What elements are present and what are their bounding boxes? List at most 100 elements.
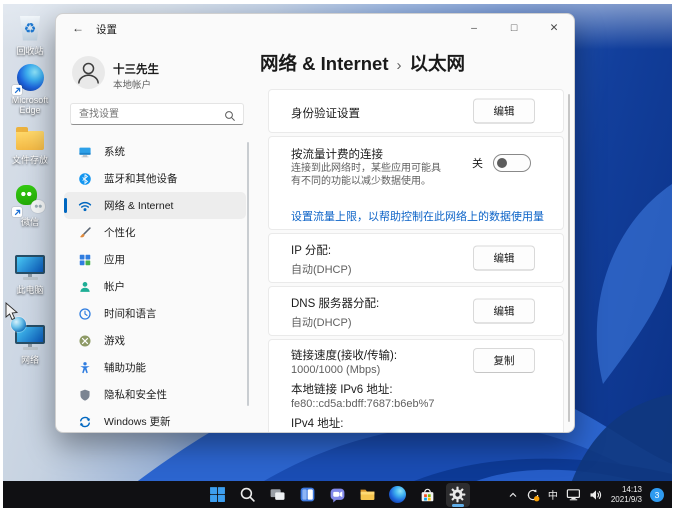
network-tray-icon[interactable] xyxy=(566,487,581,502)
network-places-icon xyxy=(11,317,46,353)
copy-button[interactable]: 复制 xyxy=(473,348,535,373)
search-icon xyxy=(240,487,255,502)
gaming-icon xyxy=(77,333,92,348)
minimize-button[interactable]: – xyxy=(454,14,494,42)
sidebar-item-accounts[interactable]: 帐户 xyxy=(64,273,246,300)
desktop-icon-wechat[interactable]: 微信 xyxy=(5,183,55,227)
selected-indicator xyxy=(64,198,67,213)
personalization-icon xyxy=(77,225,92,240)
breadcrumb-separator-icon: › xyxy=(396,57,402,74)
desktop-icon-label: 文件存放 xyxy=(11,155,48,165)
auth-label: 身份验证设置 xyxy=(291,108,360,120)
sidebar-item-label: 辅助功能 xyxy=(104,362,146,374)
ipv4-value: 192.168.121.133 xyxy=(291,432,374,433)
edge-button[interactable] xyxy=(386,483,410,507)
search-icon xyxy=(224,109,236,127)
sidebar-item-time-language[interactable]: 时间和语言 xyxy=(64,300,246,327)
card-metered-connection: 按流量计费的连接 连接到此网络时，某些应用可能具有不同的功能以减少数据使用。 关… xyxy=(268,136,564,230)
windows-update-icon xyxy=(77,414,92,429)
time-language-icon xyxy=(77,306,92,321)
sidebar-item-label: 帐户 xyxy=(104,281,125,293)
sidebar-item-label: 应用 xyxy=(104,254,125,266)
microsoft-store-button[interactable] xyxy=(416,483,440,507)
taskbar-center xyxy=(206,481,470,508)
desktop-icon-this-pc[interactable]: 此电脑 xyxy=(5,251,55,295)
sidebar-item-system[interactable]: 系统 xyxy=(64,138,246,165)
search-box xyxy=(70,103,244,125)
dns-value: 自动(DHCP) xyxy=(291,317,352,329)
sidebar-item-bluetooth[interactable]: 蓝牙和其他设备 xyxy=(64,165,246,192)
file-explorer-button[interactable] xyxy=(356,483,380,507)
windows-logo-icon xyxy=(210,487,225,502)
sidebar-item-windows-update[interactable]: Windows 更新 xyxy=(64,408,246,432)
volume-icon[interactable] xyxy=(589,488,603,502)
breadcrumb-parent[interactable]: 网络 & Internet xyxy=(260,50,388,76)
sidebar-item-network-internet[interactable]: 网络 & Internet xyxy=(64,192,246,219)
store-icon xyxy=(421,488,434,502)
sidebar-item-personalization[interactable]: 个性化 xyxy=(64,219,246,246)
sidebar-item-label: 网络 & Internet xyxy=(104,200,174,212)
desktop-icon-label: 回收站 xyxy=(16,46,44,56)
desktop-icon-folder[interactable]: 文件存放 xyxy=(5,121,55,165)
bluetooth-icon xyxy=(77,171,92,186)
accessibility-icon xyxy=(77,360,92,375)
edge-icon xyxy=(389,486,406,503)
content-scrollbar[interactable] xyxy=(568,94,570,422)
sidebar-item-accessibility[interactable]: 辅助功能 xyxy=(64,354,246,381)
search-input[interactable] xyxy=(71,104,221,125)
auth-edit-button[interactable]: 编辑 xyxy=(473,98,535,124)
page-title: 以太网 xyxy=(409,53,465,74)
sidebar-item-privacy-security[interactable]: 隐私和安全性 xyxy=(64,381,246,408)
close-button[interactable]: ✕ xyxy=(534,14,574,42)
ipv6-label: 本地链接 IPv6 地址: xyxy=(291,384,393,396)
sidebar-item-label: 系统 xyxy=(104,146,125,158)
widgets-button[interactable] xyxy=(296,483,320,507)
ipv6-value: fe80::cd5a:bdff:7687:b6eb%7 xyxy=(291,398,435,410)
dns-edit-button[interactable]: 编辑 xyxy=(473,298,535,324)
tray-chevron-icon[interactable] xyxy=(508,490,518,500)
person-icon xyxy=(78,62,99,84)
back-button[interactable]: ← xyxy=(72,21,84,35)
update-tray-icon[interactable] xyxy=(526,488,540,502)
chat-icon xyxy=(330,488,345,503)
metered-description: 连接到此网络时，某些应用可能具有不同的功能以减少数据使用。 xyxy=(291,163,441,187)
notification-badge[interactable]: 3 xyxy=(650,487,664,502)
system-icon xyxy=(77,144,92,159)
toggle-knob-icon xyxy=(497,158,507,168)
sidebar-item-label: 时间和语言 xyxy=(104,308,157,320)
taskbar-search-button[interactable] xyxy=(236,483,260,507)
ipv4-label: IPv4 地址: xyxy=(291,418,344,430)
desktop-icon-recycle-bin[interactable]: ♻ 回收站 xyxy=(5,12,55,56)
sidebar-item-gaming[interactable]: 游戏 xyxy=(64,327,246,354)
folder-icon xyxy=(14,121,46,153)
taskbar: 中 14:13 2021/9/3 3 xyxy=(3,481,672,508)
maximize-button[interactable]: □ xyxy=(494,14,534,42)
sidebar-item-label: 隐私和安全性 xyxy=(104,389,167,401)
window-controls: – □ ✕ xyxy=(454,14,574,42)
toggle-state-label: 关 xyxy=(472,158,483,170)
desktop-icon-network[interactable]: 网络 xyxy=(5,317,55,365)
card-link-properties: 链接速度(接收/传输): 1000/1000 (Mbps) 本地链接 IPv6 … xyxy=(268,339,564,433)
chat-button[interactable] xyxy=(326,483,350,507)
settings-window: ← 设置 – □ ✕ 十三先生 本地帐户 查找设置 系统 蓝牙和其他设备 网络 … xyxy=(55,13,575,433)
system-tray: 中 14:13 2021/9/3 3 xyxy=(508,481,664,508)
task-view-button[interactable] xyxy=(266,483,290,507)
sidebar-item-label: 游戏 xyxy=(104,335,125,347)
shortcut-arrow-icon xyxy=(12,207,22,217)
sidebar-item-apps[interactable]: 应用 xyxy=(64,246,246,273)
taskbar-clock[interactable]: 14:13 2021/9/3 xyxy=(611,485,642,504)
desktop-icon-label: Microsoft Edge xyxy=(11,95,49,115)
avatar[interactable] xyxy=(72,56,105,89)
desktop-icon-edge[interactable]: Microsoft Edge xyxy=(5,61,55,115)
settings-button[interactable] xyxy=(445,482,470,507)
settings-nav: 系统 蓝牙和其他设备 网络 & Internet 个性化 应用 帐户 时间和语言… xyxy=(64,138,246,432)
breadcrumb: 网络 & Internet › 以太网 xyxy=(260,50,465,76)
sidebar-scrollbar[interactable] xyxy=(247,142,249,406)
desktop-icon-label: 微信 xyxy=(20,217,39,227)
data-limit-link[interactable]: 设置流量上限，以帮助控制在此网络上的数据使用量 xyxy=(291,208,544,224)
start-button[interactable] xyxy=(206,483,230,507)
ip-edit-button[interactable]: 编辑 xyxy=(473,245,535,271)
ime-indicator[interactable]: 中 xyxy=(548,487,558,502)
metered-toggle[interactable] xyxy=(493,154,531,172)
recycle-bin-icon: ♻ xyxy=(14,12,46,44)
